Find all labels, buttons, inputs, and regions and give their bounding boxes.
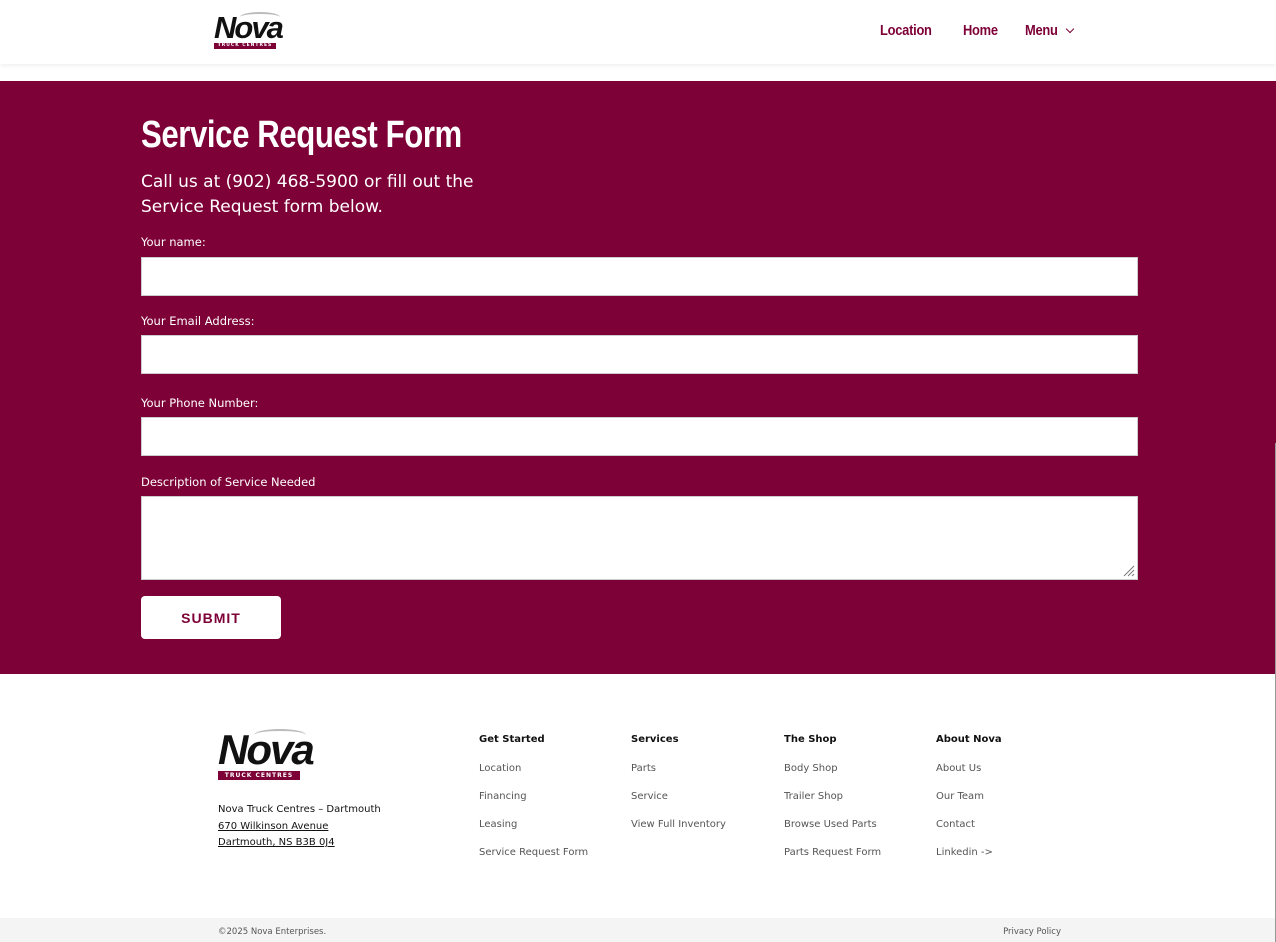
logo-tagline: TRUCK CENTRES <box>214 43 276 49</box>
footer-logo[interactable]: Nova TRUCK CENTRES <box>218 729 315 780</box>
footer-address: Nova Truck Centres – Dartmouth 670 Wilki… <box>218 802 381 852</box>
footer-col-heading: Get Started <box>479 734 545 745</box>
footer-link[interactable]: Linkedin -> <box>936 847 1002 875</box>
phone-label: Your Phone Number: <box>141 396 259 410</box>
footer-col-heading: Services <box>631 734 679 745</box>
footer-link[interactable]: Location <box>479 763 588 791</box>
site-header: Nova TRUCK CENTRES Location Home Menu <box>0 0 1276 64</box>
footer-link[interactable]: Financing <box>479 791 588 819</box>
service-request-section: Service Request Form Call us at (902) 46… <box>0 81 1276 674</box>
copyright-text: ©2025 Nova Enterprises. <box>218 927 327 937</box>
name-label: Your name: <box>141 235 206 249</box>
logo-tagline: TRUCK CENTRES <box>218 771 300 780</box>
name-input[interactable] <box>141 257 1138 296</box>
footer-link[interactable]: Trailer Shop <box>784 791 881 819</box>
footer-col-heading: About Nova <box>936 734 1002 745</box>
site-footer: Nova TRUCK CENTRES Nova Truck Centres – … <box>0 674 1276 918</box>
description-textarea[interactable] <box>141 496 1138 580</box>
footer-link[interactable]: Browse Used Parts <box>784 819 881 847</box>
footer-link[interactable]: Leasing <box>479 819 588 847</box>
nav-menu-label[interactable]: Menu <box>1025 22 1058 39</box>
phone-input[interactable] <box>141 417 1138 456</box>
footer-link[interactable]: Parts Request Form <box>784 847 881 875</box>
footer-bottom-bar: ©2025 Nova Enterprises. Privacy Policy <box>0 918 1276 942</box>
footer-col-the-shop: The Shop Body Shop Trailer Shop Browse U… <box>784 734 881 875</box>
footer-link[interactable]: Body Shop <box>784 763 881 791</box>
footer-link[interactable]: Our Team <box>936 791 1002 819</box>
nav-location-link[interactable]: Location <box>880 22 932 39</box>
footer-col-about-nova: About Nova About Us Our Team Contact Lin… <box>936 734 1002 875</box>
footer-link[interactable]: Parts <box>631 763 726 791</box>
privacy-policy-link[interactable]: Privacy Policy <box>1003 927 1061 937</box>
footer-link[interactable]: Service Request Form <box>479 847 588 875</box>
resize-handle-icon[interactable] <box>1123 565 1135 577</box>
footer-link[interactable]: View Full Inventory <box>631 819 726 847</box>
main-nav: Location Home Menu <box>880 22 1075 39</box>
address-city-link[interactable]: Dartmouth, NS B3B 0J4 <box>218 835 381 852</box>
footer-col-services: Services Parts Service View Full Invento… <box>631 734 726 847</box>
nav-home-link[interactable]: Home <box>963 22 998 39</box>
address-name: Nova Truck Centres – Dartmouth <box>218 804 381 815</box>
email-input[interactable] <box>141 335 1138 374</box>
footer-col-heading: The Shop <box>784 734 837 745</box>
header-logo[interactable]: Nova TRUCK CENTRES <box>214 12 284 49</box>
address-street-link[interactable]: 670 Wilkinson Avenue <box>218 819 381 836</box>
description-label: Description of Service Needed <box>141 475 316 489</box>
footer-link[interactable]: Service <box>631 791 726 819</box>
logo-swoosh <box>254 729 306 741</box>
footer-col-get-started: Get Started Location Financing Leasing S… <box>479 734 588 875</box>
email-label: Your Email Address: <box>141 314 255 328</box>
footer-link[interactable]: Contact <box>936 819 1002 847</box>
form-intro-text: Call us at (902) 468-5900 or fill out th… <box>141 172 474 217</box>
chevron-down-icon <box>1065 24 1075 33</box>
page-title: Service Request Form <box>141 114 462 156</box>
footer-link[interactable]: About Us <box>936 763 1002 791</box>
logo-swoosh <box>240 12 280 22</box>
submit-button[interactable]: SUBMIT <box>141 596 281 639</box>
nav-menu-toggle[interactable]: Menu <box>1025 22 1075 39</box>
